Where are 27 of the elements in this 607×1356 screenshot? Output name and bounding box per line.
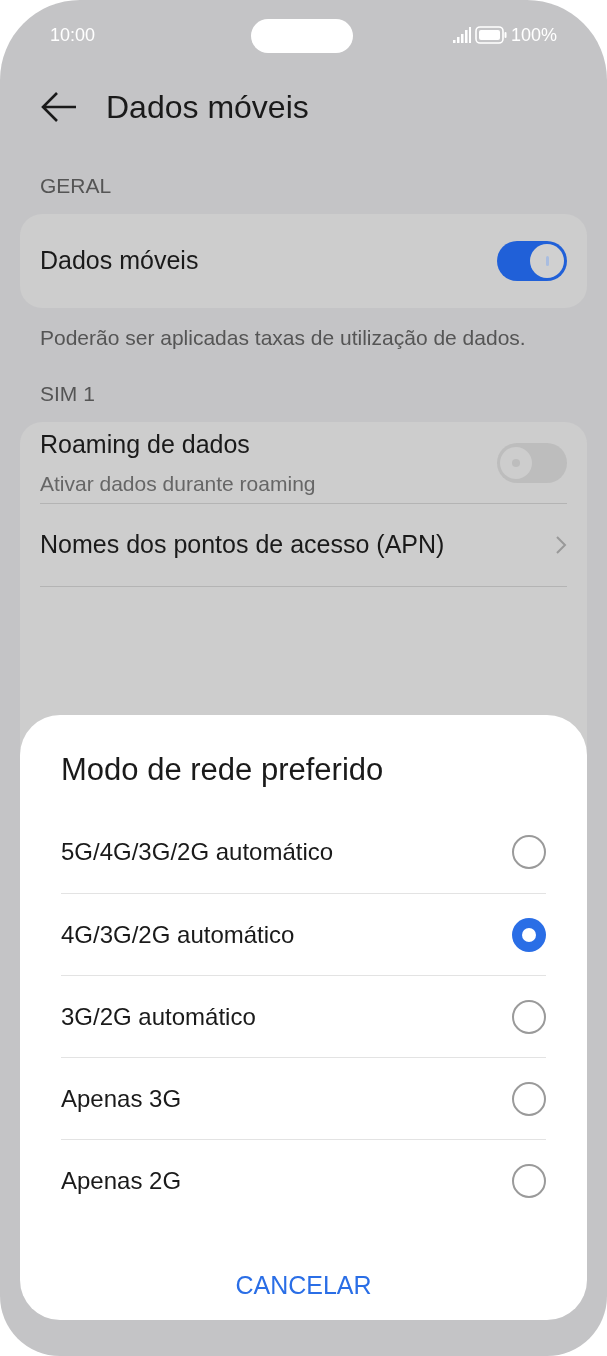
option-row[interactable]: Apenas 2G: [61, 1139, 546, 1221]
setting-label: Dados móveis: [40, 245, 199, 277]
status-time: 10:00: [50, 23, 96, 47]
battery-icon: [474, 26, 507, 44]
cancel-button[interactable]: CANCELAR: [225, 1261, 382, 1311]
option-row[interactable]: 4G/3G/2G automático: [61, 893, 546, 975]
section-heading: GERAL: [40, 173, 112, 200]
radio-button[interactable]: [512, 835, 546, 869]
battery-level: 100%: [510, 23, 557, 47]
chevron-icon: [555, 535, 567, 555]
setting-description: Ativar dados durante roaming: [40, 470, 316, 497]
setting-label: Roaming de dados: [40, 429, 251, 460]
radio-button[interactable]: [512, 1081, 546, 1116]
option-row[interactable]: 5G/4G/3G/2G automático: [61, 811, 546, 893]
setting-label: Nomes dos pontos de acesso (APN): [40, 529, 445, 561]
back-icon[interactable]: [40, 91, 78, 123]
option-row[interactable]: 3G/2G automático: [61, 975, 546, 1057]
radio-button[interactable]: [512, 917, 546, 952]
signal-icon: [452, 27, 471, 43]
page-title: Dados móveis: [106, 88, 309, 127]
toggle-switch[interactable]: [497, 241, 567, 281]
radio-button[interactable]: [512, 1163, 546, 1198]
option-row[interactable]: Apenas 3G: [61, 1057, 546, 1139]
dialog-title: Modo de rede preferido: [61, 750, 385, 789]
section-heading: SIM 1: [40, 381, 95, 408]
radio-button[interactable]: [512, 999, 546, 1034]
note-text: Poderão ser aplicadas taxas de utilização de dados.: [40, 326, 526, 349]
